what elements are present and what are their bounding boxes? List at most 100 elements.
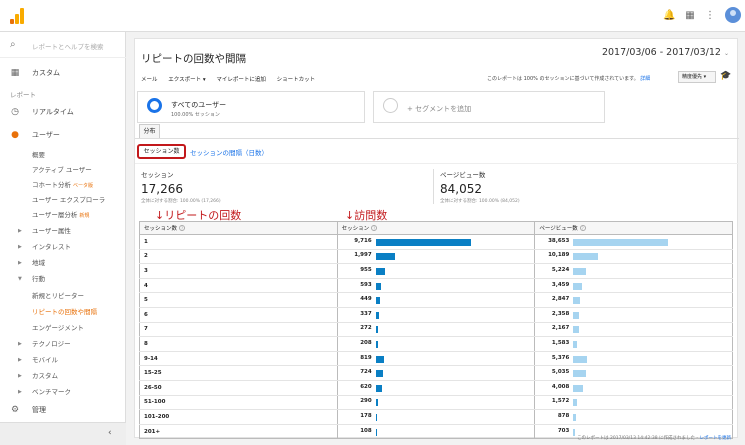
sidebar-item-custom[interactable]: ▶ カスタム (0, 369, 126, 383)
sidebar-item-user-explorer[interactable]: ユーザー エクスプローラ (0, 193, 126, 207)
pageviews-cell: 1,572 (534, 395, 733, 411)
add-segment-label: + セグメントを追加 (407, 105, 472, 113)
help-icon[interactable]: ? (179, 225, 186, 231)
sidebar-item-user[interactable]: ● ユーザー (0, 128, 126, 142)
expand-arrow-icon: ▶ (18, 341, 22, 347)
table-row: 51-100 290 1,572 (139, 395, 733, 411)
sidebar-item-label: テクノロジー (32, 340, 71, 348)
sessions-cell: 108 (336, 424, 536, 440)
sessions-bar (375, 326, 379, 334)
sidebar-item-active-users[interactable]: アクティブ ユーザー (0, 163, 126, 177)
row-label: 8 (139, 336, 338, 352)
pageviews-cell: 10,189 (534, 249, 733, 265)
precision-select[interactable]: 精度優先 ▾ (678, 71, 716, 83)
col-header-pageviews[interactable]: ページビュー数? (534, 221, 733, 235)
sessions-cell: 208 (336, 336, 536, 352)
sessions-value: 449 (360, 296, 372, 303)
row-label-text: 5 (144, 297, 148, 304)
sidebar-item-demographics[interactable]: ▶ ユーザー属性 (0, 224, 126, 238)
more-icon[interactable]: ⋮ (704, 10, 716, 22)
sidebar-item-realtime[interactable]: ◷ リアルタイム (0, 105, 126, 119)
table-row: 1 9,716 38,653 (139, 234, 733, 250)
details-link[interactable]: 詳細 (640, 76, 650, 82)
person-icon: ● (11, 130, 19, 140)
view-tab-sessions-count[interactable]: セッション数 (137, 144, 186, 159)
pageviews-bar (573, 238, 669, 246)
pageviews-cell: 5,376 (534, 351, 733, 367)
refresh-report-link[interactable]: レポートを更新 (700, 436, 732, 441)
row-label: 4 (139, 278, 338, 294)
page-title: リピートの回数や間隔 (141, 53, 246, 65)
sidebar-item-mobile[interactable]: ▶ モバイル (0, 353, 126, 367)
row-label-text: 7 (144, 326, 148, 333)
sidebar-item-behavior[interactable]: ▼ 行動 (0, 272, 126, 286)
date-range-text: 2017/03/06 - 2017/03/12 (601, 47, 721, 58)
sessions-bar (375, 282, 382, 290)
sidebar-item-technology[interactable]: ▶ テクノロジー (0, 337, 126, 351)
dashboard-icon: ▦ (10, 68, 20, 78)
search-input[interactable]: レポートとヘルプを検索 (32, 41, 104, 51)
bell-icon[interactable]: 🔔 (663, 10, 675, 22)
expand-arrow-icon: ▶ (18, 244, 22, 250)
sidebar-item-geo[interactable]: ▶ 地域 (0, 256, 126, 270)
table-row: 8 208 1,583 (139, 336, 733, 352)
col-header-sessions[interactable]: セッション? (336, 221, 536, 235)
sidebar-item-label: アクティブ ユーザー (32, 166, 92, 174)
sidebar-item-new-vs-returning[interactable]: 新規とリピーター (0, 289, 126, 303)
row-label: 9-14 (139, 351, 338, 367)
sidebar-item-label: 新規とリピーター (32, 292, 84, 300)
sidebar-item-label: ユーザー エクスプローラ (32, 196, 106, 204)
table-row: 7 272 2,167 (139, 322, 733, 338)
graduation-cap-icon[interactable]: 🎓 (720, 71, 731, 81)
add-to-dashboard-button[interactable]: マイレポートに追加 (216, 77, 266, 83)
help-icon[interactable]: ? (579, 225, 586, 231)
sidebar-item-interests[interactable]: ▶ インタレスト (0, 240, 126, 254)
sidebar-item-engagement[interactable]: エンゲージメント (0, 321, 126, 335)
shortcut-button[interactable]: ショートカット (277, 77, 316, 83)
email-button[interactable]: メール (141, 77, 158, 83)
col-header-label: セッション (341, 226, 370, 232)
col-header-session-count[interactable]: セッション数? (139, 221, 338, 235)
account-icon[interactable] (725, 7, 741, 23)
sidebar-item-label: ベンチマーク (32, 388, 71, 396)
pageviews-value: 1,583 (551, 339, 570, 346)
export-button[interactable]: エクスポート ▾ (168, 77, 205, 83)
segment-all-users[interactable]: すべてのユーザー 100.00% セッション (137, 91, 365, 123)
sessions-cell: 290 (336, 395, 536, 411)
apps-icon[interactable]: ▦ (684, 10, 696, 22)
sidebar-item-admin[interactable]: ⚙ 管理 (0, 403, 126, 417)
sidebar-item-customize[interactable]: ▦ カスタム (0, 66, 126, 80)
pageviews-cell: 2,167 (534, 322, 733, 338)
table-row: 6 337 2,358 (139, 307, 733, 323)
sessions-value: 290 (360, 398, 372, 405)
sidebar-collapse-bar[interactable]: ‹ (0, 422, 126, 445)
pageviews-cell: 1,583 (534, 336, 733, 352)
add-segment[interactable]: + セグメントを追加 (373, 91, 605, 123)
pageviews-value: 38,653 (548, 237, 570, 244)
tab-distribution[interactable]: 分布 (139, 124, 160, 138)
pageviews-value: 4,008 (551, 383, 570, 390)
search-box[interactable]: ⌕ レポートとヘルプを検索 (0, 32, 126, 58)
expand-arrow-icon: ▶ (18, 373, 22, 379)
sidebar-item-label: カスタム (32, 69, 60, 77)
sidebar-item-benchmark[interactable]: ▶ ベンチマーク (0, 385, 126, 399)
segment-title: すべてのユーザー (171, 101, 227, 109)
help-icon[interactable]: ? (371, 225, 378, 231)
sidebar-item-label: ユーザー (32, 131, 60, 139)
sidebar-item-lifetime[interactable]: ユーザー層分析 新規 (0, 208, 126, 222)
sessions-value: 108 (360, 427, 372, 434)
sidebar-item-frequency[interactable]: リピートの回数や間隔 (0, 305, 126, 319)
report-panel: リピートの回数や間隔 2017/03/06 - 2017/03/12 ⌄ メール… (134, 38, 739, 441)
row-label-text: 201+ (144, 428, 161, 435)
chevron-left-icon[interactable]: ‹ (108, 428, 112, 438)
sidebar-item-overview[interactable]: 概要 (0, 148, 126, 162)
pageviews-value: 5,376 (551, 354, 570, 361)
analytics-logo-icon[interactable] (10, 8, 24, 24)
view-tab-days-between[interactable]: セッションの間隔（日数） (190, 147, 268, 157)
date-range-picker[interactable]: 2017/03/06 - 2017/03/12 ⌄ (602, 47, 729, 58)
expand-arrow-icon: ▶ (18, 260, 22, 266)
sidebar-item-cohort[interactable]: コホート分析 ベータ版 (0, 178, 126, 192)
sidebar-item-label: インタレスト (32, 243, 71, 251)
sessions-value: 272 (360, 325, 372, 332)
sessions-bar (375, 399, 379, 407)
